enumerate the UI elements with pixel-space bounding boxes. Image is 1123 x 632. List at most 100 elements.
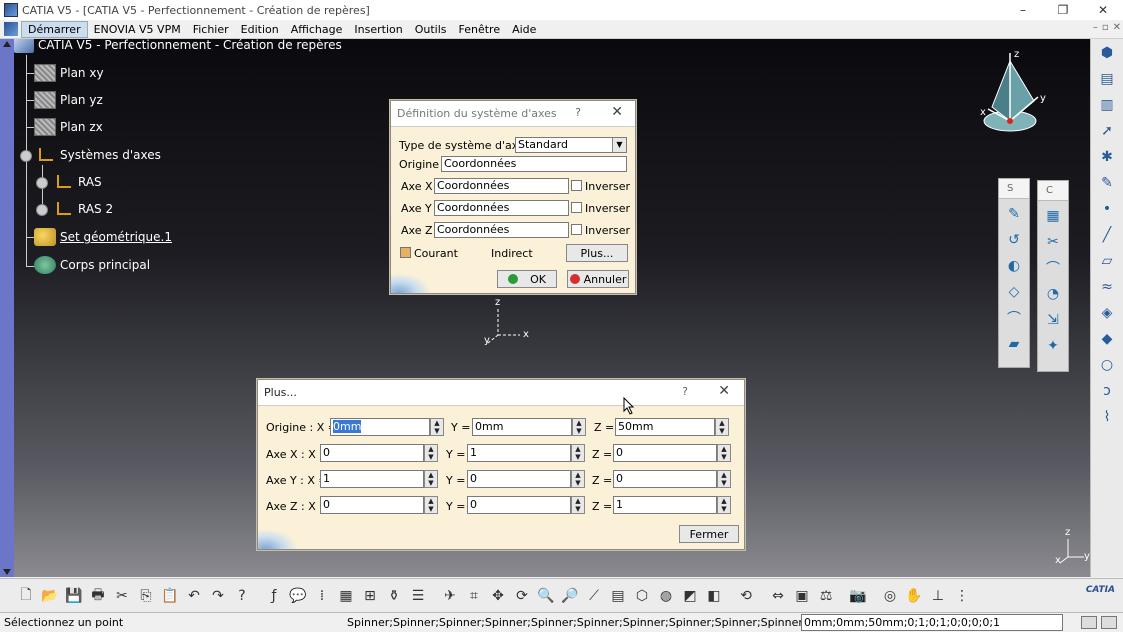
inverser-z-checkbox[interactable] [571,224,582,235]
mdi-restore-button[interactable]: ▫ [1102,22,1109,33]
origine-x-input[interactable]: 0mm [330,418,430,436]
iso-view-icon[interactable]: ⬡ [630,585,654,607]
tree-item-plan-zx[interactable]: Plan zx [34,118,103,136]
cube-icon[interactable]: ◈ [1096,302,1118,324]
plus-help-button[interactable]: ? [682,385,688,398]
check-icon[interactable]: ☰ [406,585,430,607]
undo-icon[interactable]: ↶ [182,585,206,607]
close-window-button[interactable]: ✕ [1083,0,1123,20]
axe-z-field[interactable]: Coordonnées [434,222,569,238]
sketch-icon[interactable]: ✎ [1096,172,1118,194]
fly-mode-icon[interactable]: ✈ [438,585,462,607]
axe-y-field[interactable]: Coordonnées [434,200,569,216]
select-arrow-icon[interactable]: ➚ [1096,120,1118,142]
save-icon[interactable]: 💾 [62,585,86,607]
surface-icon[interactable]: ≈ [1096,276,1118,298]
fill-icon[interactable]: ▰ [1003,333,1025,355]
tree-item-set-geometrique[interactable]: Set géométrique.1 [34,228,172,246]
axe-z-y-input[interactable]: 0 [467,496,571,514]
expand-toggle[interactable] [36,177,48,189]
spiral-icon[interactable]: ↄ [1096,380,1118,402]
new-file-icon[interactable]: 🗋 [14,585,38,607]
axe-x-x-input[interactable]: 0 [320,444,424,462]
menu-insertion[interactable]: Insertion [348,22,408,37]
axe-y-z-spinner[interactable]: ▲ ▼ [717,470,731,488]
knowledge-icon[interactable]: ⁞ [310,585,334,607]
axis-system-3d[interactable]: z x y [482,297,532,347]
fit-all-icon[interactable]: ⌗ [462,585,486,607]
measure-icon[interactable]: ⇔ [766,585,790,607]
menu-fichier[interactable]: Fichier [187,22,235,37]
paste-icon[interactable]: 📋 [158,585,182,607]
menu-fenetre[interactable]: Fenêtre [453,22,507,37]
point-icon[interactable]: • [1096,198,1118,220]
menu-affichage[interactable]: Affichage [285,22,349,37]
zoom-in-icon[interactable]: 🔍 [534,585,558,607]
axe-x-field[interactable]: Coordonnées [434,178,569,194]
extract-icon[interactable]: ◔ [1042,283,1064,305]
tree-item-corps-principal[interactable]: Corps principal [34,256,150,274]
copy-icon[interactable]: ⎘ [134,585,158,607]
origine-z-input[interactable]: 50mm [615,418,715,436]
axe-x-x-spinner[interactable]: ▲ ▼ [424,444,438,462]
zoom-out-icon[interactable]: 🔎 [558,585,582,607]
toolbar-s-header[interactable]: S [999,179,1029,199]
minimize-button[interactable]: – [1003,0,1043,20]
axe-z-y-spinner[interactable]: ▲ ▼ [571,496,585,514]
axe-z-z-spinner[interactable]: ▲ ▼ [717,496,731,514]
plus-close-button[interactable]: ✕ [718,383,730,399]
split-icon[interactable]: ✂ [1042,231,1064,253]
close-dialog-button[interactable]: ✕ [611,104,623,120]
tree-root[interactable]: CATIA V5 - Perfectionnement - Création d… [14,39,342,53]
measure-item-icon[interactable]: ▣ [790,585,814,607]
catalog-icon[interactable]: ▥ [1096,94,1118,116]
axe-x-z-spinner[interactable]: ▲ ▼ [717,444,731,462]
rule-icon[interactable]: ⚱ [382,585,406,607]
command-icon[interactable] [1081,616,1097,629]
axe-y-y-input[interactable]: 0 [467,470,571,488]
tree-item-plan-xy[interactable]: Plan xy [34,64,104,82]
collapse-toggle[interactable] [20,150,32,162]
tree-view-icon[interactable]: ⊞ [358,585,382,607]
menu-edition[interactable]: Edition [235,22,285,37]
diamond-icon[interactable]: ◆ [1096,328,1118,350]
extrude-icon[interactable]: ✎ [1003,203,1025,225]
chevron-down-icon[interactable]: ▼ [612,138,626,152]
sweep-icon[interactable]: ⌒ [1003,307,1025,329]
axe-x-y-spinner[interactable]: ▲ ▼ [571,444,585,462]
circle-icon[interactable]: ○ [1096,354,1118,376]
whats-this-icon[interactable]: ? [230,585,254,607]
origine-x-spinner[interactable]: ▲ ▼ [430,418,444,436]
translate-icon[interactable]: ⇲ [1042,309,1064,331]
origine-y-spinner[interactable]: ▲ ▼ [572,418,586,436]
snap-icon[interactable]: ✱ [1096,146,1118,168]
type-select[interactable]: Standard ▼ [515,137,627,153]
annuler-button[interactable]: Annuler [567,270,629,288]
tree-item-ras[interactable]: RAS [52,173,102,191]
hand-icon[interactable]: ✋ [902,585,926,607]
tree-item-systemes-axes[interactable]: Systèmes d'axes [34,146,161,164]
maximize-button[interactable]: ❐ [1043,0,1083,20]
axe-y-z-input[interactable]: 0 [613,470,717,488]
scroll-up-icon[interactable] [3,41,11,47]
plus-button[interactable]: Plus... [566,244,628,262]
table-icon[interactable]: ▦ [334,585,358,607]
formula-icon[interactable]: ƒ [262,585,286,607]
tree-item-ras-2[interactable]: RAS 2 [52,200,113,218]
print-icon[interactable]: 🖶 [86,585,110,607]
axe-x-z-input[interactable]: 0 [613,444,717,462]
comment-icon[interactable]: 💬 [286,585,310,607]
sphere-icon[interactable]: ◐ [1003,255,1025,277]
axe-z-x-spinner[interactable]: ▲ ▼ [424,496,438,514]
menu-enovia[interactable]: ENOVIA V5 VPM [88,22,187,37]
normal-view-icon[interactable]: ⟋ [582,585,606,607]
mdi-close-button[interactable]: ✕ [1113,22,1121,33]
inverser-x-checkbox[interactable] [571,180,582,191]
mdi-minimize-button[interactable]: – [1093,22,1098,33]
fillet-icon[interactable]: ⌒ [1042,257,1064,279]
multi-view-icon[interactable]: ▤ [606,585,630,607]
capture-icon[interactable]: 📷 [846,585,870,607]
menu-outils[interactable]: Outils [409,22,453,37]
cut-icon[interactable]: ✂ [110,585,134,607]
swirl-icon[interactable]: ◎ [878,585,902,607]
